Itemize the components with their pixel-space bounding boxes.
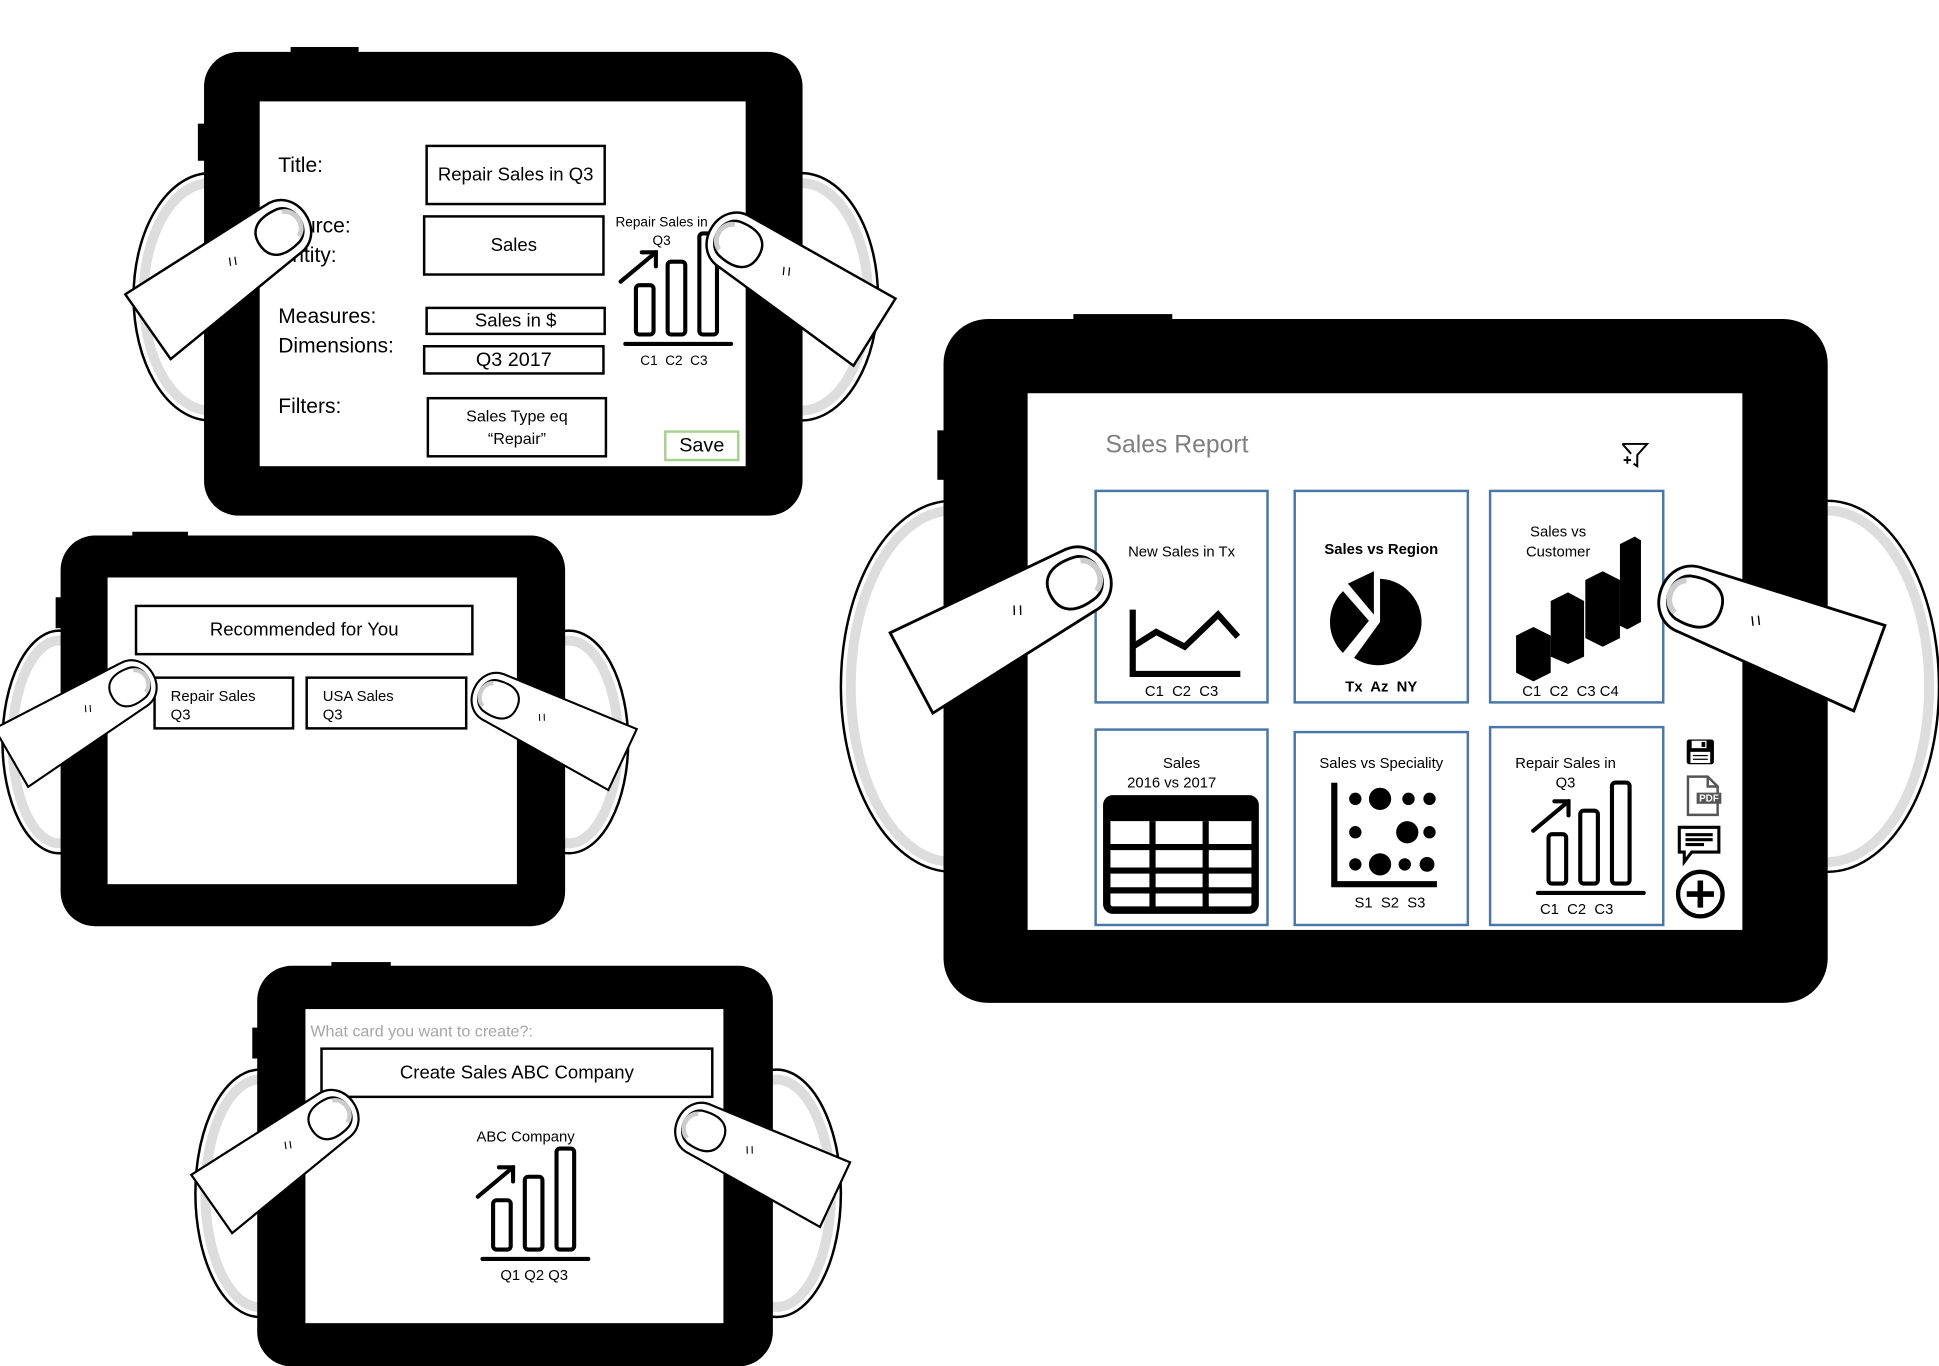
card-axis: C1 C2 C3 C4 (1522, 682, 1619, 700)
card-title: Sales vs Speciality (1319, 754, 1444, 772)
create-input-value: Create Sales ABC Company (399, 1062, 634, 1084)
add-filter-icon[interactable] (1620, 440, 1650, 470)
recommended-header: Recommended for You (134, 604, 474, 656)
create-card-input[interactable]: Create Sales ABC Company (320, 1047, 714, 1099)
add-icon[interactable] (1675, 869, 1725, 919)
report-card-sales-vs-customer[interactable]: Sales vs Customer C1 C2 C3 C4 (1488, 489, 1665, 704)
dimensions-label: Dimensions: (278, 333, 394, 358)
pdf-export-button[interactable]: PDF (1682, 775, 1724, 817)
report-title: Sales Report (1105, 431, 1249, 459)
save-button[interactable]: Save (664, 430, 740, 462)
line-chart-icon (1129, 609, 1241, 678)
bar-chart-icon (475, 1146, 591, 1262)
report-card-new-sales-tx[interactable]: New Sales in Tx C1 C2 C3 (1094, 489, 1269, 704)
save-label: Save (679, 435, 725, 457)
bar-chart-icon (1531, 780, 1646, 896)
source-label: Source: (278, 213, 351, 238)
report-card-sales-vs-region[interactable]: Sales vs Region Tx Az NY (1293, 489, 1470, 704)
card-title-line1: Repair Sales in (1515, 754, 1616, 772)
card-title: Sales 2016 vs 2017 (1097, 753, 1266, 793)
create-prompt: What card you want to create?: (310, 1021, 533, 1040)
recommended-card-usa-sales[interactable]: USA Sales Q3 (305, 676, 468, 730)
recommended-header-text: Recommended for You (209, 619, 399, 641)
storyboard: Title: Repair Sales in Q3 Source: Entity… (0, 0, 1939, 1366)
pie-chart-icon (1329, 571, 1422, 666)
title-label: Title: (278, 153, 324, 177)
measures-field[interactable]: Sales in $ (425, 306, 606, 336)
card-axis: S1 S2 S3 (1354, 894, 1426, 912)
comment-icon[interactable] (1677, 825, 1722, 867)
entity-label: Entity: (278, 243, 337, 268)
measures-label: Measures: (278, 304, 377, 328)
bar-chart-icon (618, 231, 734, 346)
abc-preview-title: ABC Company (476, 1127, 575, 1146)
3d-bar-chart-icon (1516, 536, 1641, 682)
card-line2: Q3 (322, 706, 343, 724)
card-axis: C1 C2 C3 (1539, 900, 1614, 918)
recommended-card-repair-sales[interactable]: Repair Sales Q3 (153, 676, 295, 730)
filters-field[interactable]: Sales Type eq “Repair” (426, 396, 608, 458)
card-line1: USA Sales (322, 687, 394, 705)
filters-label: Filters: (278, 394, 342, 418)
card-axis: C1 C2 C3 (1144, 682, 1219, 700)
scatter-chart-icon (1331, 782, 1437, 888)
filters-value-line2: “Repair” (487, 428, 546, 448)
title-value: Repair Sales in Q3 (437, 164, 594, 186)
card-line1: Repair Sales (170, 687, 256, 705)
pdf-badge: PDF (1696, 792, 1722, 804)
measures-value: Sales in $ (474, 310, 557, 332)
report-card-sales-2016-vs-2017[interactable]: Sales 2016 vs 2017 (1094, 728, 1269, 927)
card-title: Sales vs Region (1324, 540, 1439, 558)
source-entity-field[interactable]: Sales (422, 215, 605, 276)
card-line2: Q3 (170, 706, 191, 724)
table-icon (1103, 795, 1259, 914)
card-title-line1: Sales (1163, 754, 1201, 772)
report-card-repair-sales-q3[interactable]: Repair Sales in Q3 C1 C2 C3 (1488, 725, 1665, 927)
save-icon[interactable] (1685, 738, 1715, 765)
dimensions-field[interactable]: Q3 2017 (422, 345, 605, 375)
card-title: New Sales in Tx (1128, 542, 1236, 561)
abc-axis-labels: Q1 Q2 Q3 (500, 1266, 569, 1284)
report-card-sales-vs-speciality[interactable]: Sales vs Speciality S1 S2 S3 (1293, 730, 1470, 927)
card-title-line2: 2016 vs 2017 (1127, 774, 1217, 792)
dimensions-value: Q3 2017 (475, 349, 552, 371)
card-axis: Tx Az NY (1345, 677, 1418, 695)
title-field[interactable]: Repair Sales in Q3 (425, 144, 606, 206)
filters-value-line1: Sales Type eq (466, 406, 568, 425)
source-value: Sales (490, 234, 538, 256)
preview-axis-labels: C1 C2 C3 (640, 353, 708, 369)
